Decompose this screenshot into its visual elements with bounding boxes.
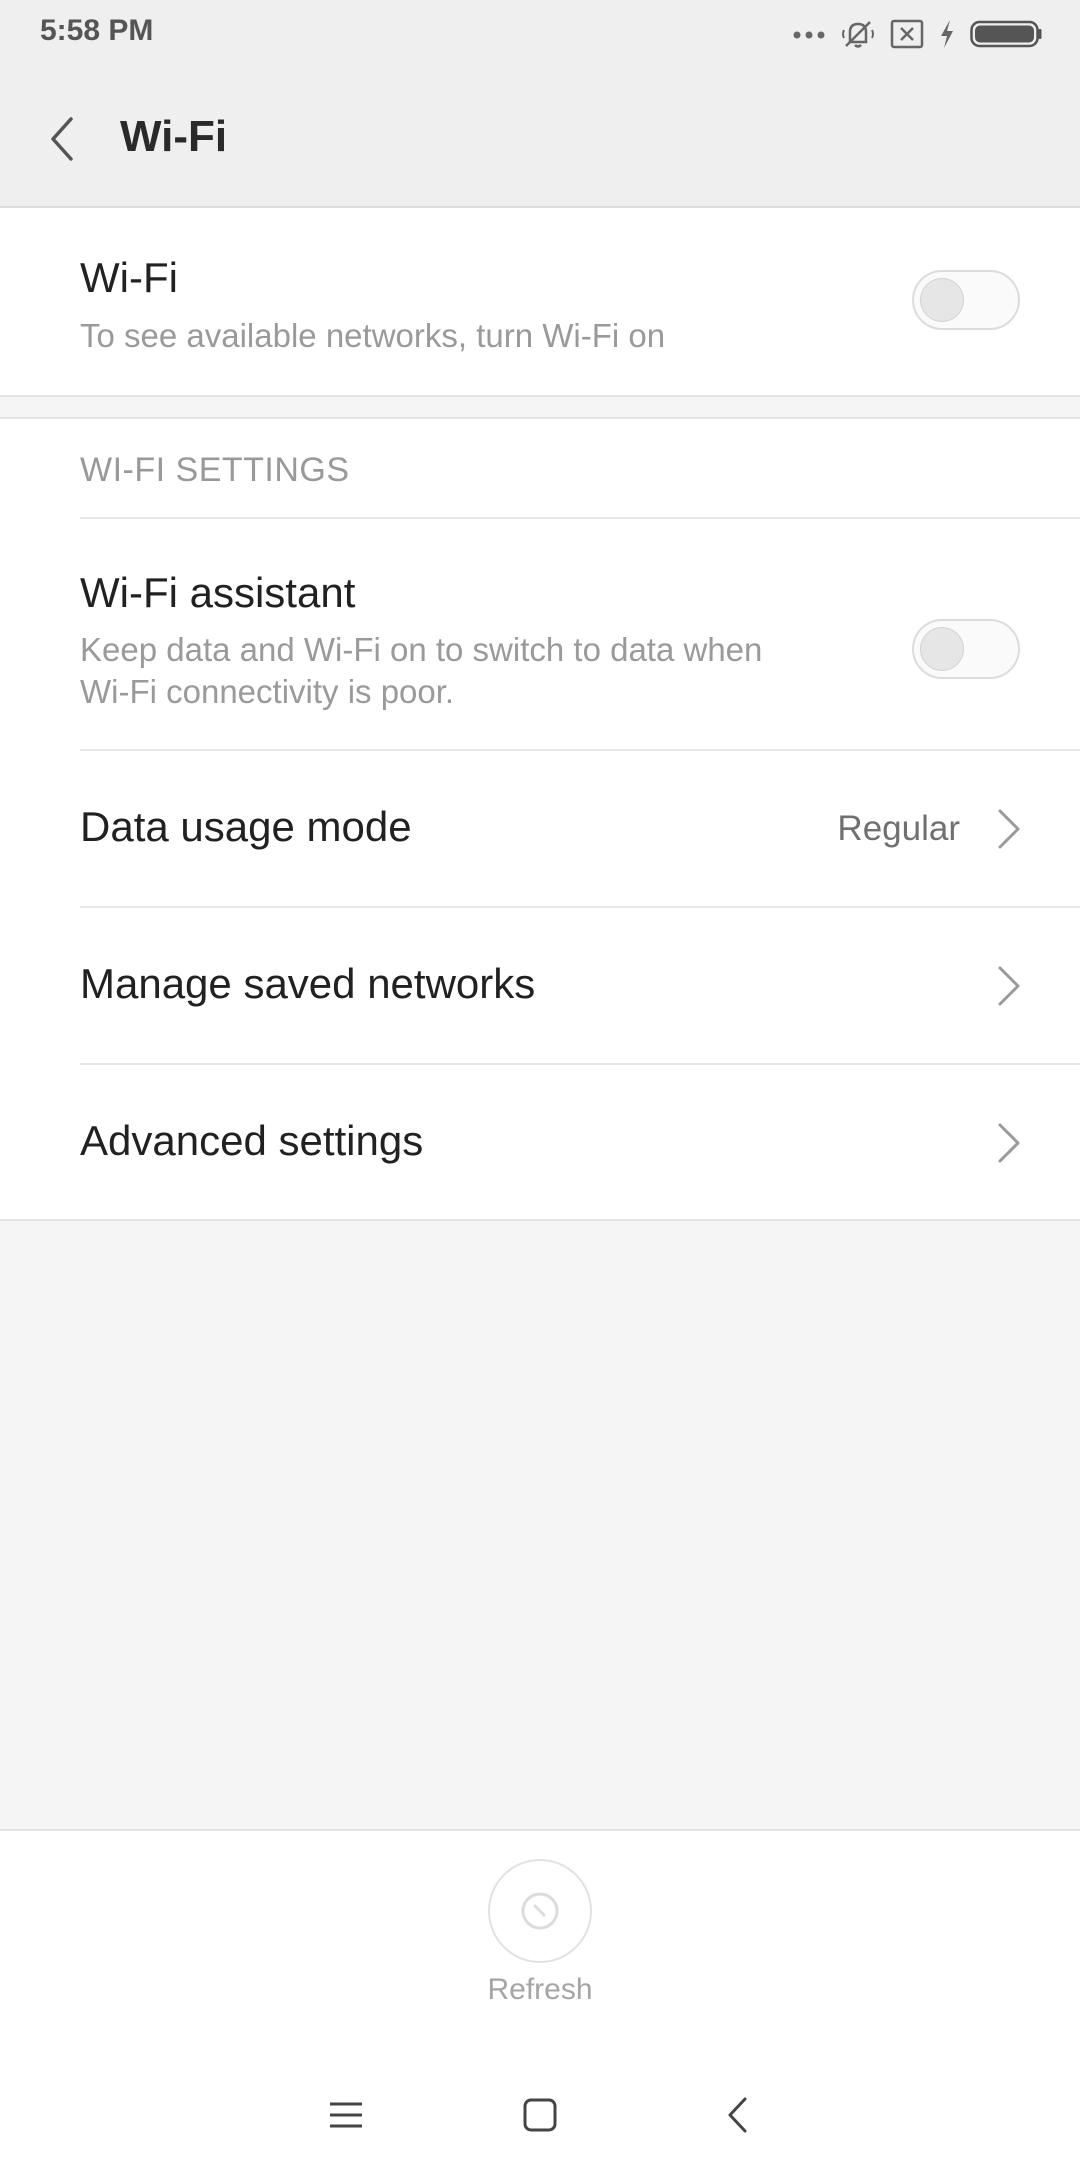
- manage-saved-networks-row[interactable]: Manage saved networks: [0, 908, 1080, 1064]
- charging-bolt-icon: [938, 18, 956, 55]
- section-header: WI-FI SETTINGS: [80, 451, 350, 489]
- status-bar: 5:58 PM: [0, 0, 1080, 72]
- action-bar: Wi-Fi: [0, 72, 1080, 208]
- toggle-knob: [920, 627, 964, 671]
- data-usage-mode-row[interactable]: Data usage mode Regular: [0, 751, 1080, 907]
- home-icon[interactable]: [510, 2085, 570, 2145]
- wifi-assistant-row[interactable]: Wi-Fi assistant Keep data and Wi-Fi on t…: [0, 519, 1080, 749]
- chevron-right-icon: [998, 809, 1020, 849]
- wifi-assistant-title: Wi-Fi assistant: [80, 569, 356, 616]
- no-sim-icon: [890, 19, 924, 54]
- battery-icon: [970, 20, 1042, 53]
- toggle-knob: [920, 278, 964, 322]
- silent-bell-icon: [840, 16, 876, 57]
- wifi-settings-section: WI-FI SETTINGS Wi-Fi assistant Keep data…: [0, 417, 1080, 1221]
- status-icons: [792, 16, 1042, 56]
- wifi-assistant-subtitle-line2: Wi-Fi connectivity is poor.: [80, 673, 455, 710]
- wifi-toggle-switch[interactable]: [912, 270, 1020, 330]
- refresh-label: Refresh: [487, 1973, 593, 2006]
- advanced-settings-row[interactable]: Advanced settings: [0, 1065, 1080, 1221]
- back-icon[interactable]: [708, 2085, 768, 2145]
- system-nav-bar: [0, 2071, 1080, 2161]
- wifi-subtitle: To see available networks, turn Wi-Fi on: [80, 317, 666, 354]
- data-usage-mode-title: Data usage mode: [80, 803, 412, 850]
- refresh-button[interactable]: [488, 1859, 592, 1963]
- back-arrow-icon[interactable]: [36, 106, 88, 172]
- data-usage-mode-value: Regular: [837, 809, 960, 848]
- bottom-area: Refresh: [0, 1829, 1080, 2162]
- page-title: Wi-Fi: [120, 112, 228, 161]
- wifi-assistant-subtitle-line1: Keep data and Wi-Fi on to switch to data…: [80, 631, 763, 668]
- wifi-toggle-row[interactable]: Wi-Fi To see available networks, turn Wi…: [0, 208, 1080, 397]
- status-time: 5:58 PM: [40, 14, 154, 47]
- advanced-settings-title: Advanced settings: [80, 1117, 424, 1164]
- wifi-title: Wi-Fi: [80, 254, 178, 301]
- refresh-icon: [521, 1892, 559, 1930]
- chevron-right-icon: [998, 1123, 1020, 1163]
- chevron-right-icon: [998, 966, 1020, 1006]
- menu-icon[interactable]: [316, 2085, 376, 2145]
- more-dots-icon: [792, 27, 826, 45]
- manage-saved-networks-title: Manage saved networks: [80, 960, 536, 1007]
- wifi-assistant-toggle-switch[interactable]: [912, 619, 1020, 679]
